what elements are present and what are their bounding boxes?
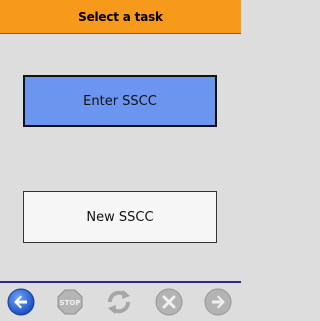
- stop-icon-label: STOP: [60, 299, 81, 307]
- stop-icon: STOP: [57, 289, 83, 315]
- back-button[interactable]: [6, 287, 36, 317]
- cancel-icon: [155, 288, 183, 316]
- back-icon: [7, 288, 35, 316]
- stop-button[interactable]: STOP: [55, 287, 85, 317]
- enter-sscc-button[interactable]: Enter SSCC: [23, 75, 217, 127]
- refresh-icon: [108, 290, 130, 314]
- forward-icon: [204, 288, 232, 316]
- title-bar: Select a task: [0, 0, 241, 34]
- bottom-toolbar: STOP: [0, 283, 241, 321]
- forward-button[interactable]: [203, 287, 233, 317]
- page-title: Select a task: [78, 9, 163, 24]
- cancel-button[interactable]: [154, 287, 184, 317]
- new-sscc-button[interactable]: New SSCC: [23, 191, 217, 243]
- refresh-button[interactable]: [104, 287, 134, 317]
- screen: Select a task Enter SSCC New SSCC STOP: [0, 0, 241, 321]
